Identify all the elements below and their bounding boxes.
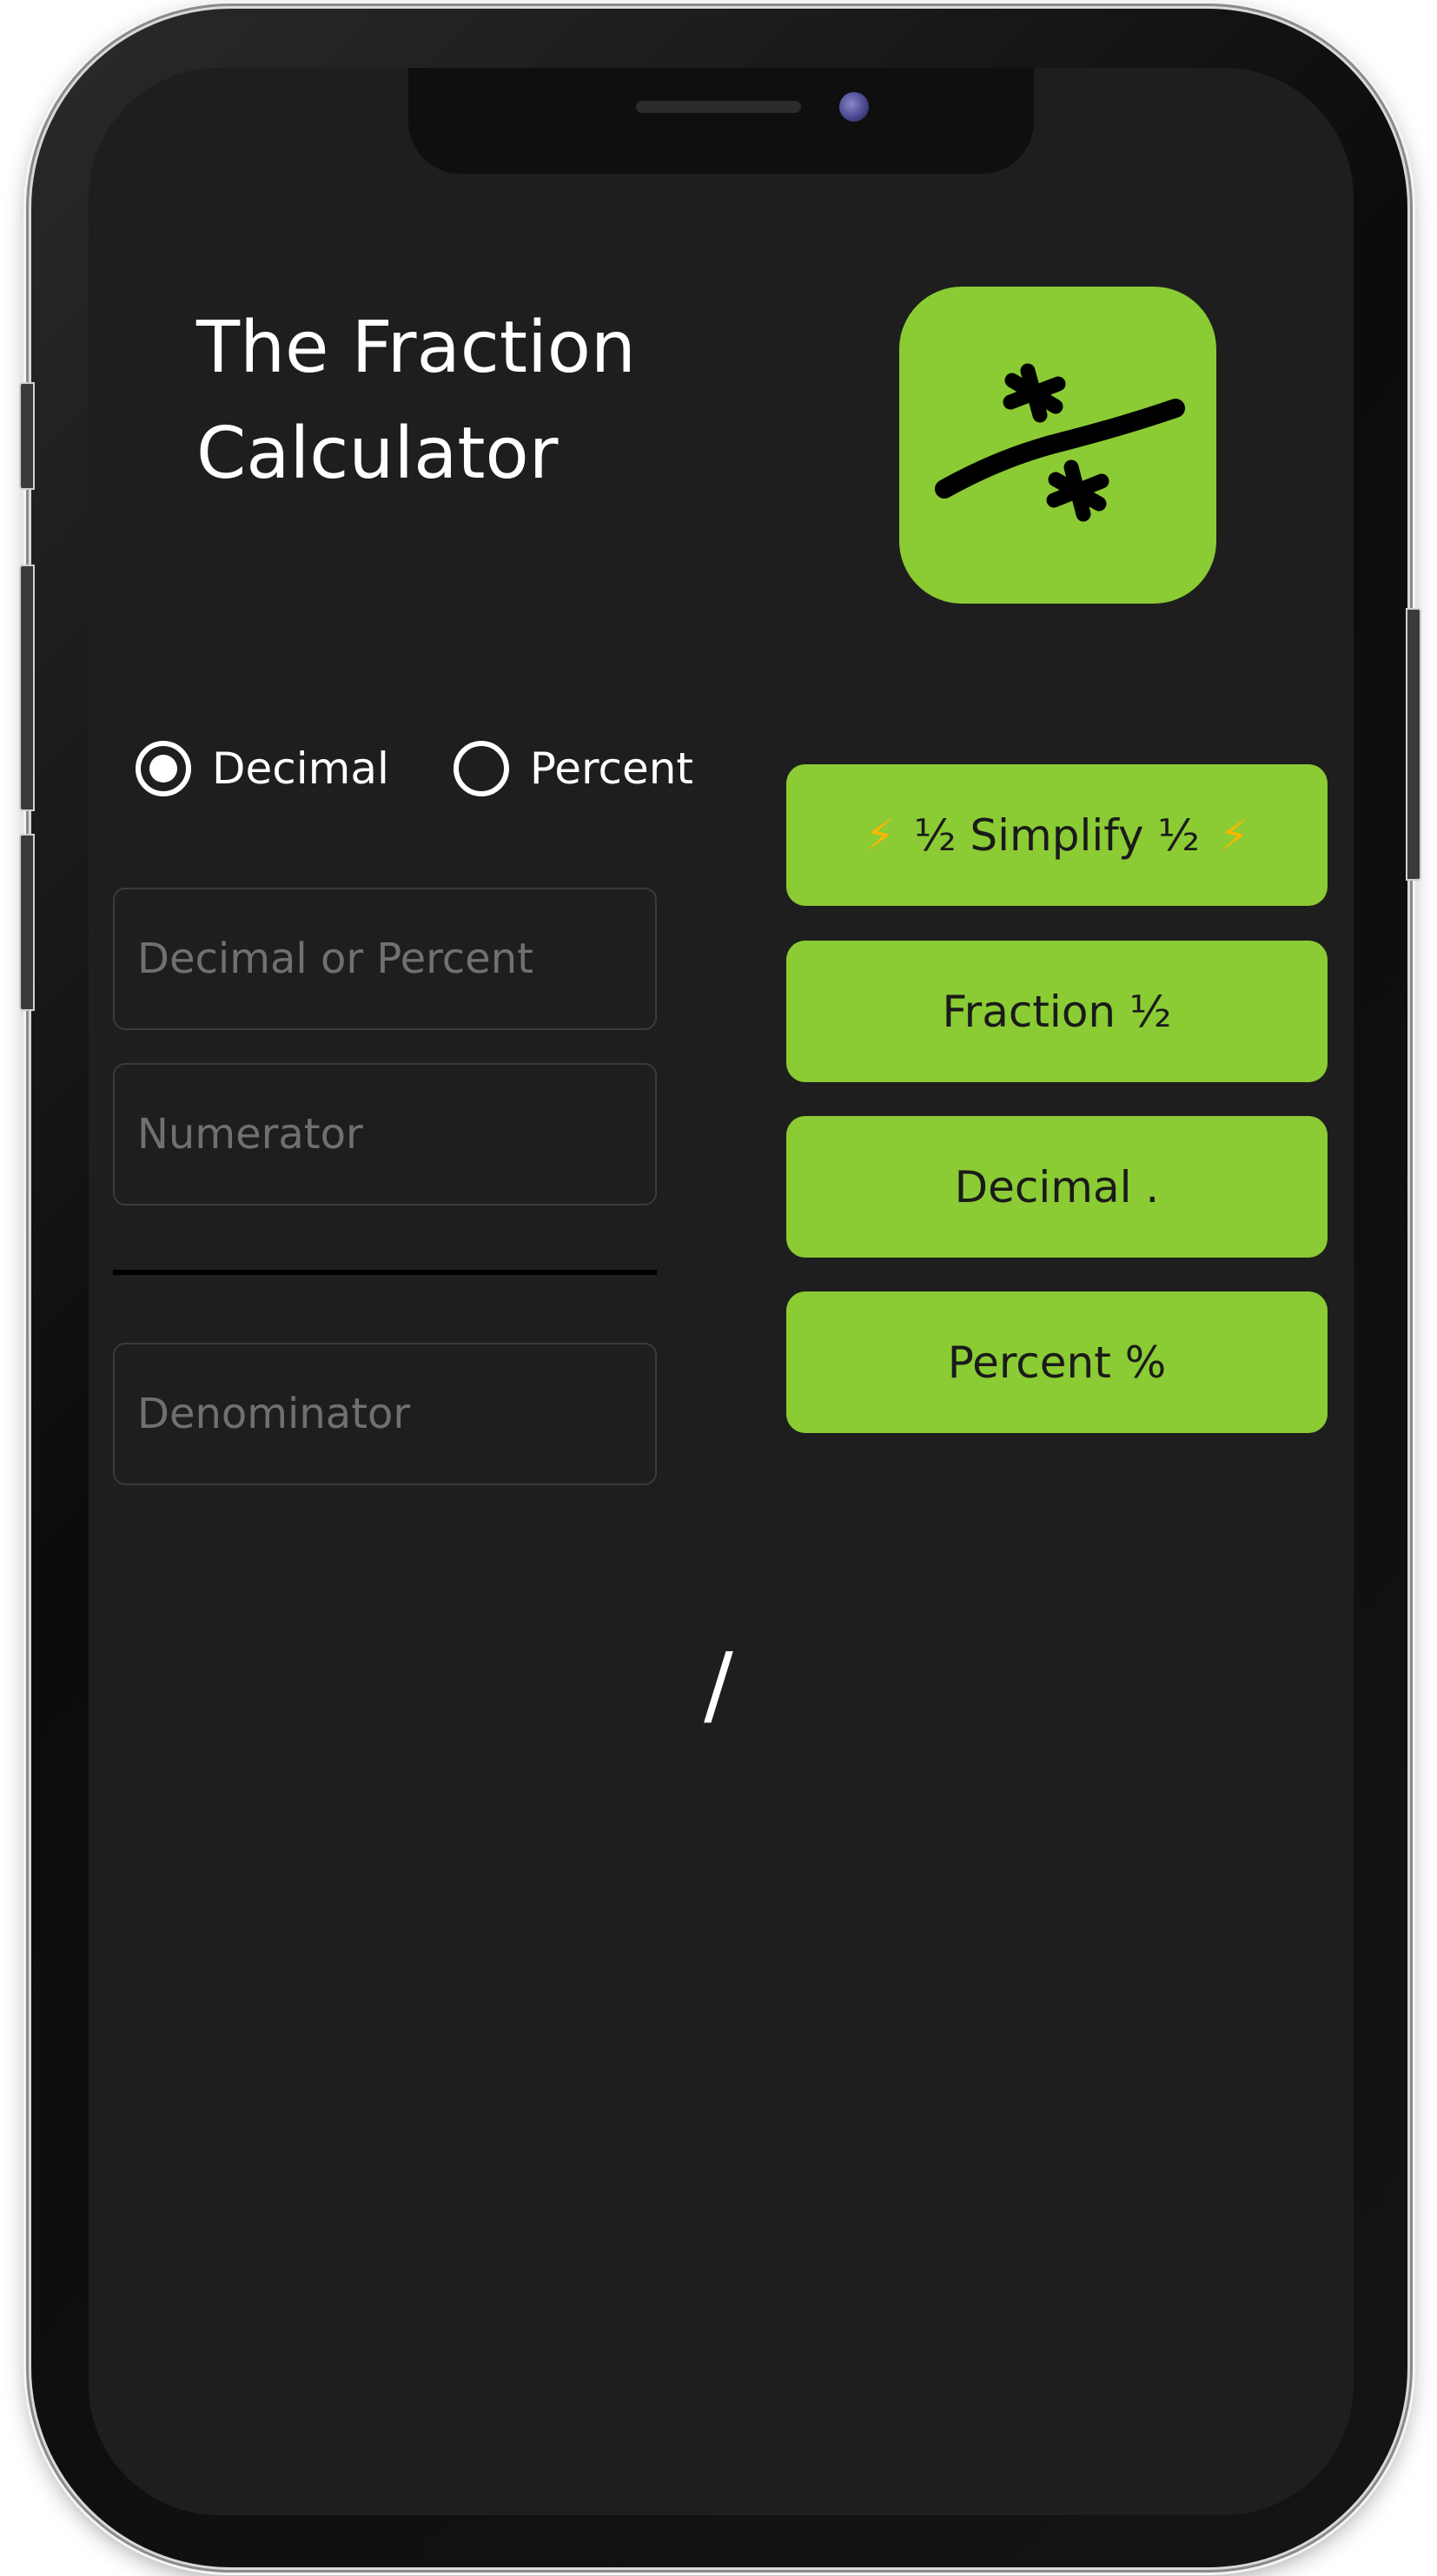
fraction-button[interactable]: Fraction ½ bbox=[786, 941, 1328, 1082]
numerator-input[interactable] bbox=[113, 1063, 657, 1205]
front-camera bbox=[839, 92, 869, 122]
percent-button[interactable]: Percent % bbox=[786, 1291, 1328, 1433]
app-title-line-2: Calculator bbox=[196, 413, 559, 495]
radio-decimal-circle[interactable] bbox=[136, 741, 191, 796]
earpiece-speaker bbox=[636, 101, 801, 113]
fraction-asterisk-icon bbox=[899, 287, 1216, 604]
radio-percent-circle[interactable] bbox=[453, 741, 509, 796]
volume-up-button bbox=[19, 565, 35, 811]
fraction-divider-line bbox=[113, 1270, 657, 1275]
radio-percent-label: Percent bbox=[529, 743, 694, 794]
silent-switch bbox=[19, 382, 35, 490]
denominator-input[interactable] bbox=[113, 1343, 657, 1485]
result-output: / bbox=[704, 1634, 733, 1735]
simplify-button[interactable]: ⚡ ½ Simplify ½ ⚡ bbox=[786, 764, 1328, 906]
radio-decimal[interactable]: Decimal bbox=[136, 741, 389, 796]
radio-decimal-label: Decimal bbox=[212, 743, 389, 794]
app-title: The Fraction Calculator bbox=[196, 295, 752, 507]
simplify-button-label: ½ Simplify ½ bbox=[914, 809, 1200, 861]
radio-percent[interactable]: Percent bbox=[453, 741, 694, 796]
lightning-icon: ⚡ bbox=[1218, 809, 1250, 861]
power-button bbox=[1406, 608, 1421, 881]
mode-radio-group: Decimal Percent bbox=[136, 730, 758, 808]
decimal-button[interactable]: Decimal . bbox=[786, 1116, 1328, 1258]
decimal-or-percent-input[interactable] bbox=[113, 888, 657, 1030]
notch bbox=[408, 68, 1034, 174]
lightning-icon: ⚡ bbox=[864, 809, 896, 861]
app-title-line-1: The Fraction bbox=[196, 307, 636, 389]
volume-down-button bbox=[19, 834, 35, 1011]
